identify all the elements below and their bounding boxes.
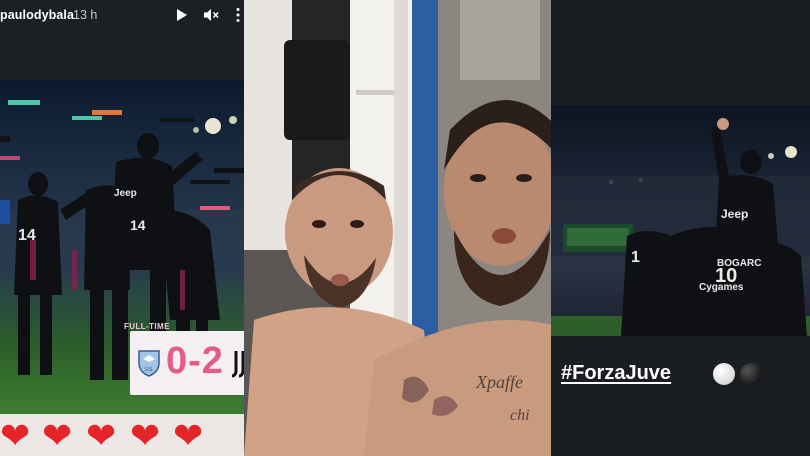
- heart-emoji: ❤: [0, 415, 31, 456]
- story-panel-left: paulodybala 13 h 14 14 Jeep FULL-TIME SS…: [0, 0, 244, 456]
- hearts-strip: [0, 414, 244, 456]
- locker-room-selfie: Xpaffe chi: [244, 0, 570, 456]
- svg-text:Xpaffe: Xpaffe: [475, 372, 523, 392]
- svg-text:1: 1: [631, 249, 640, 266]
- svg-text:Jeep: Jeep: [721, 207, 748, 221]
- svg-text:14: 14: [130, 217, 146, 233]
- svg-text:Jeep: Jeep: [114, 188, 137, 199]
- story-panel-middle: Xpaffe chi: [244, 0, 570, 456]
- black-circle-icon: [740, 363, 762, 385]
- heart-emoji: ❤: [130, 415, 161, 456]
- juventus-logo-icon: [231, 351, 244, 378]
- white-circle-icon: [713, 363, 735, 385]
- mute-icon[interactable]: [203, 7, 219, 23]
- svg-text:chi: chi: [510, 407, 530, 424]
- team-celebration-photo: Jeep BOGARC Cygames 10 1: [551, 106, 810, 336]
- play-icon[interactable]: [177, 9, 187, 21]
- svg-text:10: 10: [715, 265, 737, 287]
- svg-text:14: 14: [18, 227, 36, 244]
- story-username[interactable]: paulodybala: [0, 8, 74, 22]
- heart-emoji: ❤: [173, 415, 204, 456]
- lazio-crest-icon: SSL: [138, 350, 160, 377]
- story-timestamp: 13 h: [73, 8, 98, 22]
- full-time-label: FULL-TIME: [124, 322, 170, 331]
- hashtag-link[interactable]: #ForzaJuve: [561, 362, 671, 385]
- heart-emoji: ❤: [42, 415, 73, 456]
- match-score: 0-2: [166, 340, 224, 382]
- story-collage: paulodybala 13 h 14 14 Jeep FULL-TIME SS…: [0, 0, 810, 456]
- svg-text:SSL: SSL: [144, 367, 154, 373]
- heart-emoji: ❤: [86, 415, 117, 456]
- story-panel-right: Jeep BOGARC Cygames 10 1 #ForzaJuve: [551, 0, 810, 456]
- more-dots-icon[interactable]: [235, 7, 241, 23]
